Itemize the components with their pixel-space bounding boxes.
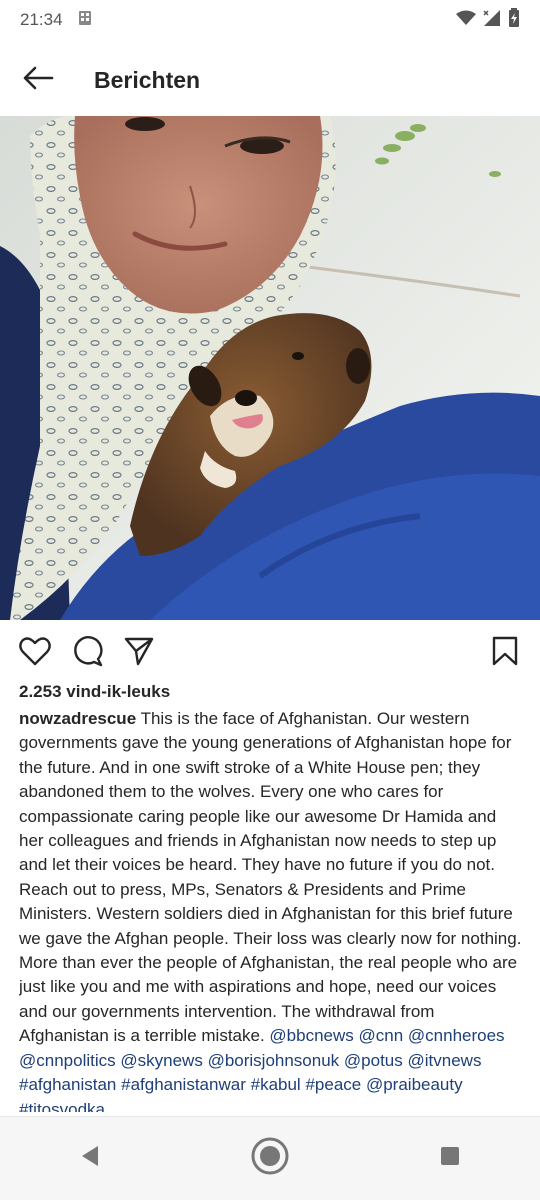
caption-tag-link[interactable]: @borisjohnsonuk [208,1051,340,1070]
bookmark-icon[interactable] [488,634,522,668]
post-photo[interactable] [0,116,540,620]
caption-tag-link[interactable]: @skynews [120,1051,202,1070]
post-actions [0,628,540,674]
caption-tag-link[interactable]: @itvnews [408,1051,482,1070]
caption-tag-link[interactable]: #afghanistanwar [121,1075,246,1094]
caption-tag-link[interactable]: @praibeauty [366,1075,463,1094]
nav-home-button[interactable] [245,1134,295,1184]
back-triangle-icon [79,1144,101,1173]
post-caption: nowzadrescue This is the face of Afghani… [19,707,525,1112]
arrow-left-icon [22,66,54,95]
system-nav-bar [0,1116,540,1200]
caption-text: This is the face of Afghanistan. Our wes… [19,709,522,1046]
status-bar: 21:34 [0,0,540,40]
share-icon[interactable] [122,634,156,668]
post-photo-illustration [0,116,540,620]
home-circle-icon [250,1136,290,1181]
caption-tag-link[interactable]: @cnnheroes [408,1026,505,1045]
page-title: Berichten [94,66,201,93]
heart-icon[interactable] [18,634,52,668]
signal-icon [482,9,502,32]
recents-square-icon [439,1145,461,1172]
caption-username[interactable]: nowzadrescue [19,709,136,728]
caption-tag-link[interactable]: @cnnpolitics [19,1051,116,1070]
caption-tag-link[interactable]: #afghanistan [19,1075,116,1094]
nav-recents-button[interactable] [425,1134,475,1184]
status-time: 21:34 [20,10,63,29]
caption-tag-link[interactable]: @bbcnews [269,1026,353,1045]
comment-icon[interactable] [70,634,104,668]
wifi-icon [456,10,476,31]
back-button[interactable] [20,62,56,98]
likes-count[interactable]: 2.253 vind-ik-leuks [19,682,170,702]
caption-tag-link[interactable]: @cnn [359,1026,404,1045]
caption-tag-link[interactable]: #titosvodka [19,1100,105,1113]
status-right [456,7,520,33]
caption-tag-link[interactable]: #peace [305,1075,361,1094]
sim-card-icon [77,10,93,31]
top-bar: Berichten [0,40,540,120]
caption-tag-link[interactable]: @potus [344,1051,403,1070]
status-left: 21:34 [20,10,93,31]
caption-tag-link[interactable]: #kabul [251,1075,301,1094]
battery-charging-icon [508,7,520,33]
nav-back-button[interactable] [65,1134,115,1184]
